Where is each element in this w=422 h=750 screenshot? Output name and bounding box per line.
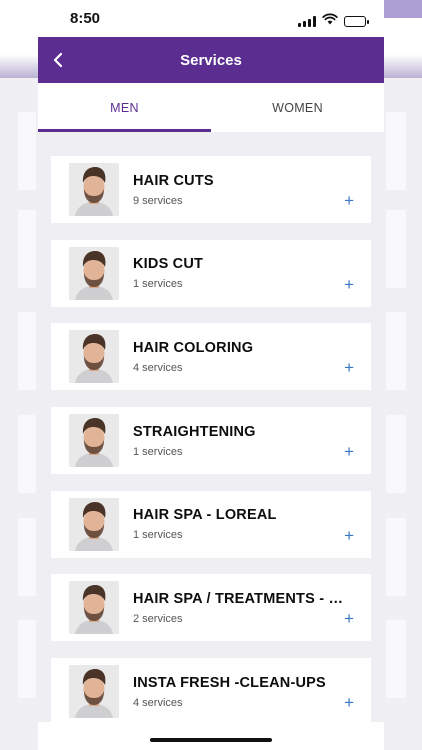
add-icon[interactable]: +	[344, 443, 354, 460]
category-card[interactable]: HAIR COLORING 4 services +	[51, 323, 371, 391]
home-bar-area	[38, 722, 384, 750]
category-thumbnail	[69, 581, 119, 635]
background-card	[18, 312, 36, 390]
category-thumbnail	[69, 497, 119, 551]
category-thumbnail	[69, 414, 119, 468]
status-icons	[298, 12, 369, 30]
category-name: STRAIGHTENING	[133, 423, 256, 440]
category-name: KIDS CUT	[133, 256, 204, 273]
category-name: HAIR CUTS	[133, 172, 214, 189]
background-card	[386, 518, 406, 596]
add-icon[interactable]: +	[344, 694, 354, 711]
category-service-count: 2 services	[133, 612, 183, 625]
background-card	[386, 210, 406, 288]
category-thumbnail	[69, 665, 119, 719]
category-name: HAIR SPA - LOREAL	[133, 507, 277, 524]
category-service-count: 9 services	[133, 194, 183, 207]
tab-women[interactable]: WOMEN	[211, 83, 384, 132]
category-info: STRAIGHTENING 1 services	[133, 424, 371, 458]
home-indicator[interactable]	[150, 738, 272, 742]
category-thumbnail	[69, 163, 119, 216]
signal-icon	[298, 15, 316, 27]
gender-tabs: MEN WOMEN	[38, 83, 384, 132]
status-time: 8:50	[70, 10, 101, 27]
battery-icon	[344, 15, 369, 27]
category-info: HAIR SPA - LOREAL 1 services	[133, 507, 371, 541]
category-card[interactable]: STRAIGHTENING 1 services +	[51, 407, 371, 475]
category-list: HAIR CUTS 9 services + KIDS CUT 1 servic…	[38, 132, 384, 726]
category-service-count: 4 services	[133, 361, 183, 374]
category-service-count: 4 services	[133, 696, 183, 709]
tab-men[interactable]: MEN	[38, 83, 211, 132]
background-card	[386, 415, 406, 493]
category-card[interactable]: INSTA FRESH -CLEAN-UPS 4 services +	[51, 658, 371, 726]
add-icon[interactable]: +	[344, 192, 354, 209]
add-icon[interactable]: +	[344, 527, 354, 544]
background-card	[18, 518, 36, 596]
category-card[interactable]: HAIR CUTS 9 services +	[51, 156, 371, 223]
background-card	[18, 620, 36, 698]
add-icon[interactable]: +	[344, 276, 354, 293]
category-card[interactable]: HAIR SPA / TREATMENTS - WE… 2 services +	[51, 574, 371, 642]
background-card	[386, 312, 406, 390]
page-title: Services	[180, 51, 242, 69]
category-name: INSTA FRESH -CLEAN-UPS	[133, 674, 326, 691]
category-info: HAIR CUTS 9 services	[133, 173, 371, 207]
category-thumbnail	[69, 246, 119, 300]
nav-bar: Services	[38, 37, 384, 83]
category-name: HAIR SPA / TREATMENTS - WE…	[133, 590, 343, 607]
category-service-count: 1 services	[133, 529, 183, 542]
chevron-left-icon	[53, 52, 63, 68]
category-card[interactable]: KIDS CUT 1 services +	[51, 239, 371, 307]
status-bar: 8:50	[38, 0, 384, 37]
back-button[interactable]	[46, 48, 70, 72]
category-info: INSTA FRESH -CLEAN-UPS 4 services	[133, 675, 371, 709]
wifi-icon	[322, 12, 338, 30]
background-card	[386, 112, 406, 190]
category-info: HAIR SPA / TREATMENTS - WE… 2 services	[133, 591, 371, 625]
background-card	[18, 415, 36, 493]
category-info: KIDS CUT 1 services	[133, 256, 371, 290]
add-icon[interactable]: +	[344, 359, 354, 376]
add-icon[interactable]: +	[344, 610, 354, 627]
category-service-count: 1 services	[133, 278, 183, 291]
category-service-count: 1 services	[133, 445, 183, 458]
category-name: HAIR COLORING	[133, 339, 254, 356]
category-thumbnail	[69, 330, 119, 384]
background-card	[386, 620, 406, 698]
category-info: HAIR COLORING 4 services	[133, 340, 371, 374]
background-card	[18, 210, 36, 288]
category-card[interactable]: HAIR SPA - LOREAL 1 services +	[51, 490, 371, 558]
phone-screen: 8:50 Services MEN WOMEN HAIR CUTS 9 serv…	[38, 0, 384, 750]
background-card	[18, 112, 36, 190]
